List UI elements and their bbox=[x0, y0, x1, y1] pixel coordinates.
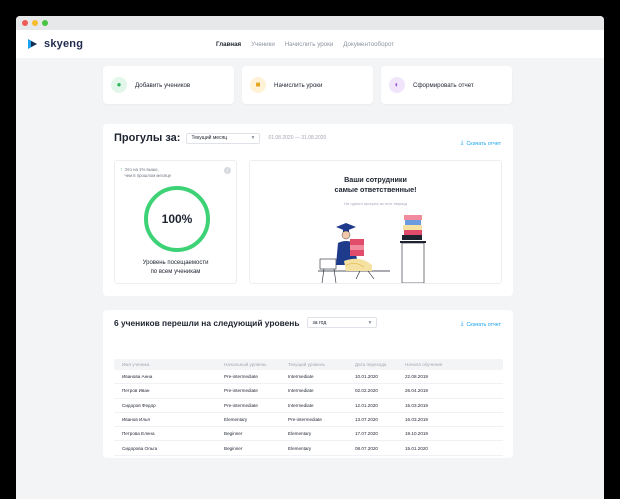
nav-link-home[interactable]: Главная bbox=[216, 41, 241, 48]
nav-link-credit-lessons[interactable]: Начислить уроки bbox=[285, 41, 333, 48]
column-header-name[interactable]: Имя ученика bbox=[114, 362, 216, 367]
attendance-change-note: ↑ Это на 1% выше, чем в прошлом месяце bbox=[120, 167, 171, 179]
student-reading-illustration bbox=[318, 215, 426, 283]
nav-link-documents[interactable]: Документооборот bbox=[343, 41, 394, 48]
absences-header: Прогулы за: Текущий месяц ▼ 01.08.2020 —… bbox=[114, 132, 326, 144]
main-menu: Главная Ученики Начислить уроки Документ… bbox=[216, 30, 394, 58]
column-header-current-level[interactable]: Текущий уровень bbox=[280, 362, 347, 367]
current-level: Intermediate bbox=[288, 402, 314, 408]
promotion-period-select[interactable]: за год ▼ bbox=[307, 317, 378, 328]
promotion-download-label: Скачать отчет bbox=[466, 321, 501, 328]
transition-date: 13.07.2020 bbox=[355, 417, 378, 423]
info-icon[interactable]: i bbox=[224, 167, 231, 174]
attendance-note-line2: чем в прошлом месяце bbox=[124, 173, 172, 178]
absences-title: Прогулы за: bbox=[114, 132, 181, 144]
attendance-stat-panel: ↑ Это на 1% выше, чем в прошлом месяце i… bbox=[114, 160, 237, 284]
chevron-down-icon: ▼ bbox=[250, 135, 256, 141]
credit-lessons-label: Начислить уроки bbox=[274, 81, 323, 89]
report-icon: ◐ bbox=[389, 77, 405, 93]
chevron-down-icon: ▼ bbox=[367, 319, 373, 326]
student-name: Иванова Анна bbox=[122, 374, 153, 380]
absences-download-report-link[interactable]: ⤓ Скачать отчет bbox=[461, 140, 501, 147]
start-level: Elementary bbox=[224, 417, 248, 423]
student-name: Петрова Елена bbox=[122, 431, 155, 437]
absences-download-label: Скачать отчет bbox=[466, 140, 501, 147]
transition-date: 08.07.2020 bbox=[355, 445, 378, 451]
start-date: 15.01.2020 bbox=[405, 445, 428, 451]
start-date: 16.03.2019 bbox=[405, 417, 428, 423]
level-promotion-card: 6 учеников перешли на следующий уровень … bbox=[103, 310, 513, 458]
window-titlebar bbox=[16, 16, 604, 30]
table-row[interactable]: Сидорова Ольга Beginner Elementary 08.07… bbox=[114, 441, 503, 456]
add-students-button[interactable]: ● Добавить учеников bbox=[103, 66, 234, 104]
promotion-download-report-link[interactable]: ⤓ Скачать отчет bbox=[461, 321, 501, 328]
attendance-label-line1: Уровень посещаемости bbox=[142, 260, 209, 266]
start-level: Pre-intermediate bbox=[224, 388, 258, 394]
minimize-window-button[interactable] bbox=[32, 20, 38, 26]
promotion-table: Имя ученика Начальный уровень Текущий ур… bbox=[114, 359, 503, 456]
transition-date: 17.07.2020 bbox=[355, 431, 378, 437]
student-name: Петров Иван bbox=[122, 388, 150, 394]
brand-name: skyeng bbox=[44, 38, 84, 50]
start-level: Beginner bbox=[224, 431, 243, 437]
student-name: Сидоров Федор bbox=[122, 402, 156, 408]
current-level: Pre-intermediate bbox=[288, 417, 322, 423]
attendance-value: 100% bbox=[161, 212, 193, 226]
attendance-progress-ring: 100% bbox=[144, 186, 210, 252]
start-level: Pre-intermediate bbox=[224, 374, 258, 380]
skyeng-logo[interactable]: skyeng bbox=[28, 38, 83, 50]
transition-date: 02.02.2020 bbox=[355, 388, 378, 394]
credit-lessons-icon: ■ bbox=[250, 77, 266, 93]
current-level: Elementary bbox=[288, 445, 312, 451]
close-window-button[interactable] bbox=[22, 20, 28, 26]
browser-window: skyeng Главная Ученики Начислить уроки Д… bbox=[16, 16, 604, 499]
credit-lessons-button[interactable]: ■ Начислить уроки bbox=[242, 66, 373, 104]
table-row[interactable]: Иванова Анна Pre-intermediate Intermedia… bbox=[114, 370, 503, 385]
promotion-period-value: за год bbox=[312, 319, 327, 326]
student-name: Сидорова Ольга bbox=[122, 445, 158, 451]
attendance-label: Уровень посещаемости по всем ученикам bbox=[115, 259, 236, 277]
maximize-window-button[interactable] bbox=[42, 20, 48, 26]
nav-link-students[interactable]: Ученики bbox=[251, 41, 275, 48]
start-date: 22.08.2019 bbox=[405, 374, 428, 380]
generate-report-label: Сформировать отчет bbox=[413, 81, 474, 89]
arrow-up-icon: ↑ bbox=[120, 167, 123, 173]
table-row[interactable]: Петров Иван Pre-intermediate Intermediat… bbox=[114, 384, 503, 399]
absences-date-range: 01.08.2020 — 31.08.2020 bbox=[268, 135, 327, 141]
table-row[interactable]: Иванов Илья Elementary Pre-intermediate … bbox=[114, 413, 503, 428]
table-row[interactable]: Петрова Елена Beginner Elementary 17.07.… bbox=[114, 427, 503, 442]
student-name: Иванов Илья bbox=[122, 417, 150, 423]
promotion-title: 6 учеников перешли на следующий уровень bbox=[114, 317, 300, 328]
absences-card: Прогулы за: Текущий месяц ▼ 01.08.2020 —… bbox=[103, 124, 513, 296]
skyeng-logo-icon bbox=[28, 39, 40, 49]
column-header-start-date[interactable]: Начало обучения bbox=[397, 362, 503, 367]
absences-period-value: Текущий месяц bbox=[191, 135, 228, 141]
transition-date: 10.01.2020 bbox=[355, 374, 378, 380]
download-icon: ⤓ bbox=[460, 140, 464, 146]
quick-actions: ● Добавить учеников ■ Начислить уроки ◐ … bbox=[103, 66, 512, 104]
download-icon: ⤓ bbox=[460, 321, 464, 327]
no-absences-panel: Ваши сотрудники самые ответственные! Ни … bbox=[249, 160, 502, 284]
attendance-label-line2: по всем ученикам bbox=[150, 269, 201, 275]
transition-date: 12.01.2020 bbox=[355, 402, 378, 408]
column-header-transition-date[interactable]: Дата перехода bbox=[347, 362, 397, 367]
promotion-header: 6 учеников перешли на следующий уровень … bbox=[114, 317, 378, 328]
column-header-start-level[interactable]: Начальный уровень bbox=[216, 362, 280, 367]
table-row[interactable]: Сидоров Федор Pre-intermediate Intermedi… bbox=[114, 399, 503, 413]
start-level: Beginner bbox=[224, 445, 243, 451]
generate-report-button[interactable]: ◐ Сформировать отчет bbox=[381, 66, 512, 104]
absences-period-select[interactable]: Текущий месяц ▼ bbox=[186, 132, 261, 144]
add-students-label: Добавить учеников bbox=[135, 81, 191, 89]
table-header-row: Имя ученика Начальный уровень Текущий ур… bbox=[114, 359, 503, 370]
start-date: 26.04.2019 bbox=[405, 388, 428, 394]
start-date: 15.03.2019 bbox=[405, 402, 428, 408]
current-level: Intermediate bbox=[288, 374, 314, 380]
current-level: Elementary bbox=[288, 431, 312, 437]
start-date: 19.10.2019 bbox=[405, 431, 428, 437]
current-level: Intermediate bbox=[288, 388, 314, 394]
top-navigation: skyeng Главная Ученики Начислить уроки Д… bbox=[16, 30, 604, 58]
add-students-icon: ● bbox=[111, 77, 127, 93]
start-level: Pre-intermediate bbox=[224, 402, 258, 408]
